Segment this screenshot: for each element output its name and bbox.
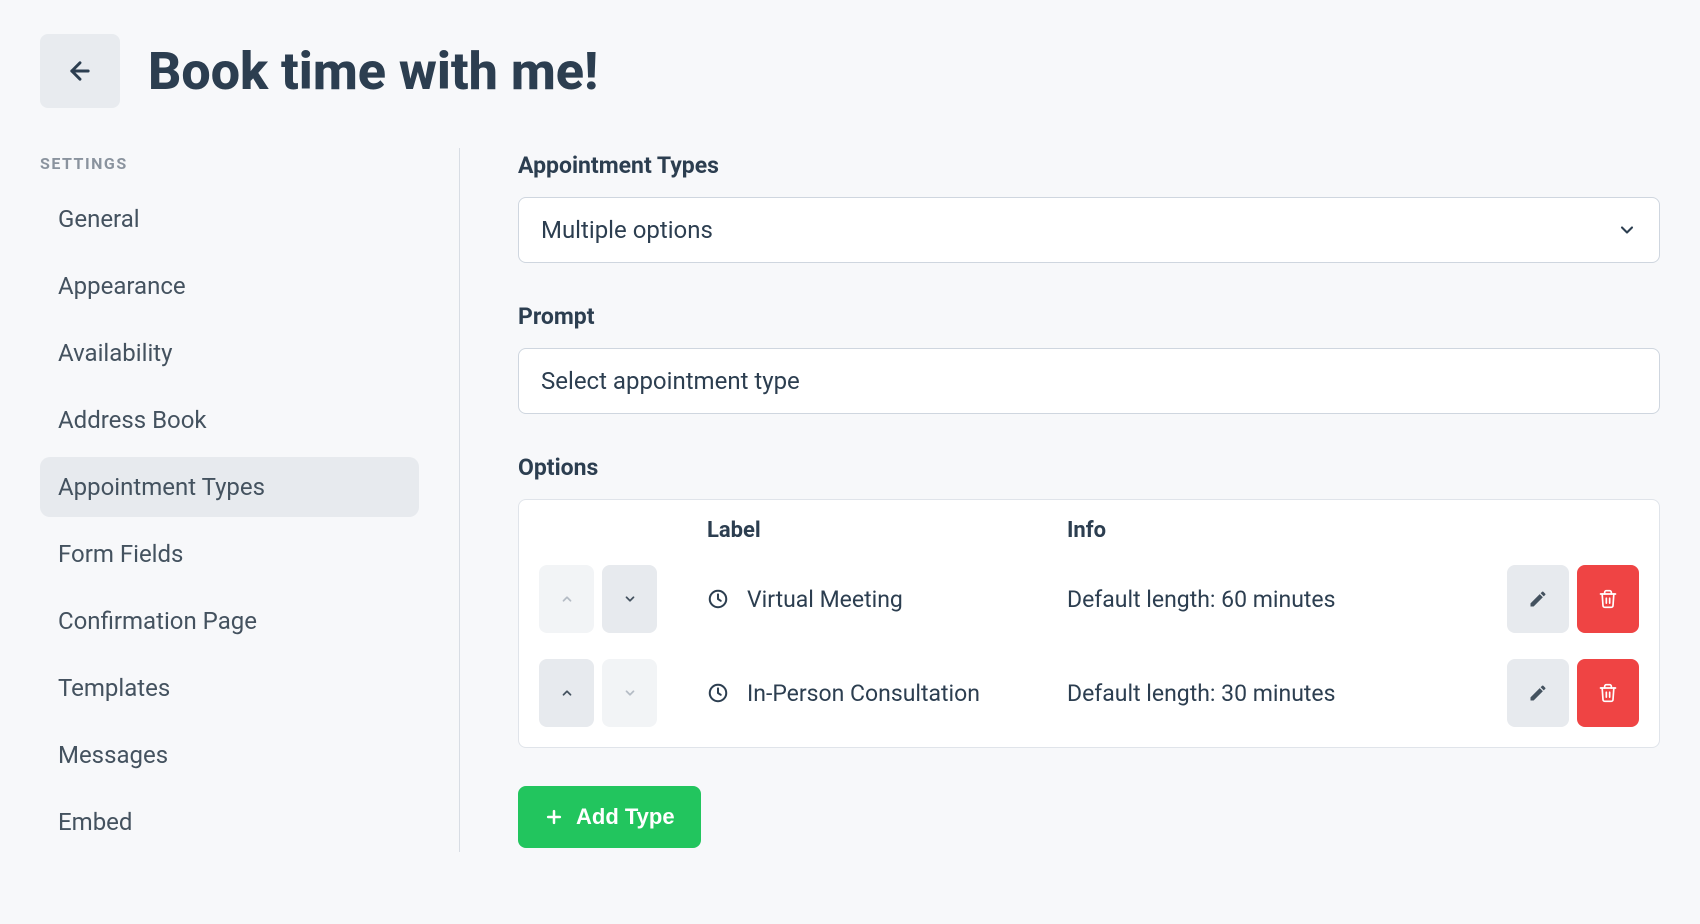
appointment-types-label: Appointment Types: [518, 152, 1660, 179]
trash-icon: [1598, 683, 1618, 703]
sidebar-item-label: Appointment Types: [58, 473, 265, 501]
reorder-buttons: [539, 565, 707, 633]
add-type-button[interactable]: Add Type: [518, 786, 701, 848]
option-label: In-Person Consultation: [747, 680, 980, 707]
sidebar-item-label: Messages: [58, 741, 168, 769]
settings-heading: SETTINGS: [40, 154, 419, 189]
pencil-icon: [1528, 683, 1548, 703]
sidebar-item-address-book[interactable]: Address Book: [40, 390, 419, 450]
option-label-cell: In-Person Consultation: [707, 680, 1067, 707]
move-down-button: [602, 659, 657, 727]
move-down-button[interactable]: [602, 565, 657, 633]
sidebar-item-messages[interactable]: Messages: [40, 725, 419, 785]
option-info: Default length: 30 minutes: [1067, 680, 1487, 707]
sidebar-item-templates[interactable]: Templates: [40, 658, 419, 718]
col-label: Label: [707, 518, 1067, 543]
prompt-input[interactable]: [518, 348, 1660, 414]
pencil-icon: [1528, 589, 1548, 609]
body: SETTINGS General Appearance Availability…: [0, 128, 1700, 852]
chevron-down-icon: [1617, 220, 1637, 240]
chevron-down-icon: [623, 686, 637, 700]
sidebar-item-label: Appearance: [58, 272, 186, 300]
trash-icon: [1598, 589, 1618, 609]
options-header: Label Info: [519, 500, 1659, 557]
plus-icon: [544, 807, 564, 827]
sidebar-item-label: Templates: [58, 674, 170, 702]
col-actions: [1487, 518, 1639, 543]
back-button[interactable]: [40, 34, 120, 108]
sidebar-item-appearance[interactable]: Appearance: [40, 256, 419, 316]
sidebar-item-label: Embed: [58, 808, 132, 836]
option-info: Default length: 60 minutes: [1067, 586, 1487, 613]
option-row: In-Person Consultation Default length: 3…: [519, 651, 1659, 747]
delete-button[interactable]: [1577, 659, 1639, 727]
option-actions: [1487, 659, 1639, 727]
sidebar-item-label: General: [58, 205, 140, 233]
move-up-button[interactable]: [539, 659, 594, 727]
option-row: Virtual Meeting Default length: 60 minut…: [519, 557, 1659, 641]
col-reorder: [539, 518, 707, 543]
main-content: Appointment Types Multiple options Promp…: [460, 148, 1660, 852]
sidebar-item-form-fields[interactable]: Form Fields: [40, 524, 419, 584]
page-title: Book time with me!: [148, 41, 598, 102]
chevron-up-icon: [560, 592, 574, 606]
clock-icon: [707, 682, 729, 704]
sidebar-item-label: Availability: [58, 339, 173, 367]
option-label-cell: Virtual Meeting: [707, 586, 1067, 613]
sidebar-item-label: Form Fields: [58, 540, 183, 568]
sidebar-item-label: Address Book: [58, 406, 207, 434]
clock-icon: [707, 588, 729, 610]
select-value: Multiple options: [541, 216, 713, 244]
nav-list: General Appearance Availability Address …: [40, 189, 419, 852]
sidebar: SETTINGS General Appearance Availability…: [40, 148, 460, 852]
add-button-label: Add Type: [576, 804, 675, 830]
prompt-label: Prompt: [518, 303, 1660, 330]
arrow-left-icon: [66, 57, 94, 85]
sidebar-item-appointment-types[interactable]: Appointment Types: [40, 457, 419, 517]
appointment-types-select[interactable]: Multiple options: [518, 197, 1660, 263]
option-label: Virtual Meeting: [747, 586, 903, 613]
edit-button[interactable]: [1507, 565, 1569, 633]
reorder-buttons: [539, 659, 707, 727]
move-up-button: [539, 565, 594, 633]
sidebar-item-availability[interactable]: Availability: [40, 323, 419, 383]
sidebar-item-general[interactable]: General: [40, 189, 419, 249]
sidebar-item-confirmation-page[interactable]: Confirmation Page: [40, 591, 419, 651]
col-info: Info: [1067, 518, 1487, 543]
chevron-up-icon: [560, 686, 574, 700]
options-table: Label Info: [518, 499, 1660, 748]
sidebar-item-embed[interactable]: Embed: [40, 792, 419, 852]
header: Book time with me!: [0, 0, 1700, 128]
option-actions: [1487, 565, 1639, 633]
sidebar-item-label: Confirmation Page: [58, 607, 257, 635]
chevron-down-icon: [623, 592, 637, 606]
edit-button[interactable]: [1507, 659, 1569, 727]
options-label: Options: [518, 454, 1660, 481]
delete-button[interactable]: [1577, 565, 1639, 633]
